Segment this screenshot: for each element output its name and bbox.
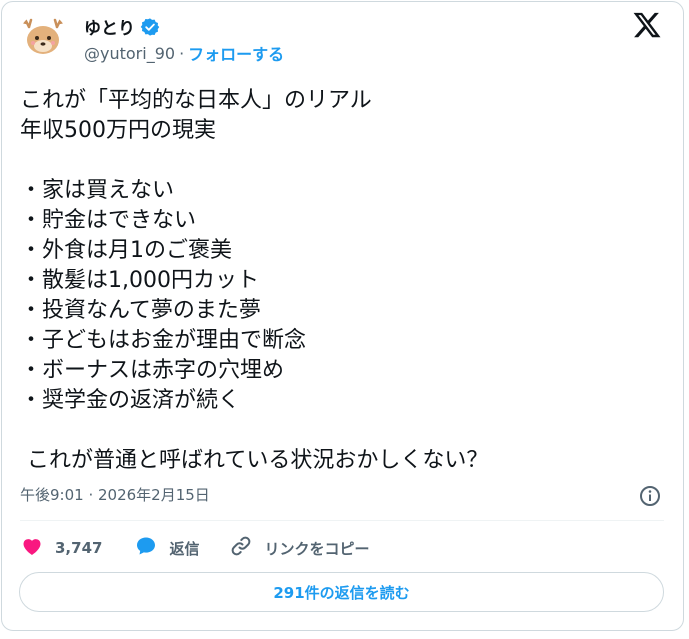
like-button[interactable]: 3,747	[20, 534, 102, 562]
heart-icon	[20, 534, 44, 562]
read-replies-label: 291件の返信を読む	[273, 583, 410, 602]
author-name[interactable]: ゆとり	[84, 14, 135, 39]
tweet-line: ・奨学金の返済が続く	[20, 388, 241, 413]
action-bar: 3,747 返信 リンクをコピー	[20, 532, 369, 564]
reply-bubble-icon	[134, 534, 158, 562]
tweet-line	[20, 416, 660, 446]
tweet-line: これが「平均的な日本人」のリアル	[20, 88, 372, 113]
x-logo-icon[interactable]	[632, 10, 662, 40]
author-handle[interactable]: @yutori_90	[84, 44, 175, 63]
separator-dot: ·	[179, 43, 185, 63]
link-icon	[229, 534, 253, 562]
author-name-row: ゆとり	[84, 14, 160, 39]
tweet-line: これが普通と呼ばれている状況おかしくない？	[20, 448, 489, 473]
follow-button[interactable]: フォローする	[188, 41, 284, 65]
tweet-line: ・散髪は1,000円カット	[20, 268, 259, 293]
author-handle-row: @yutori_90 · フォローする	[84, 41, 284, 65]
verified-badge-icon	[140, 17, 160, 37]
copy-link-button[interactable]: リンクをコピー	[229, 534, 369, 562]
tweet-line: ・貯金はできない	[20, 208, 197, 233]
avatar[interactable]	[19, 13, 67, 61]
tweet-line: 年収500万円の現実	[20, 118, 216, 143]
read-replies-button[interactable]: 291件の返信を読む	[19, 572, 664, 612]
tweet-line: ・外食は月1のご褒美	[20, 238, 232, 263]
divider	[20, 520, 664, 521]
like-count: 3,747	[55, 539, 103, 557]
tweet-line: ・家は買えない	[20, 178, 175, 203]
tweet-text: これが「平均的な日本人」のリアル 年収500万円の現実 ・家は買えない ・貯金は…	[20, 86, 660, 476]
info-icon[interactable]	[638, 484, 662, 508]
timestamp[interactable]: 午後9:01 · 2026年2月15日	[20, 484, 210, 505]
reply-label: 返信	[169, 539, 200, 558]
tweet-line	[20, 146, 660, 176]
tweet-line: ・子どもはお金が理由で断念	[20, 328, 307, 353]
copy-link-label: リンクをコピー	[264, 539, 370, 558]
reply-button[interactable]: 返信	[134, 534, 199, 562]
tweet-card: ゆとり @yutori_90 · フォローする これが「平均的な日本人」のリアル…	[1, 1, 684, 631]
tweet-line: ・投資なんて夢のまた夢	[20, 298, 261, 323]
tweet-line: ・ボーナスは赤字の穴埋め	[20, 358, 285, 383]
